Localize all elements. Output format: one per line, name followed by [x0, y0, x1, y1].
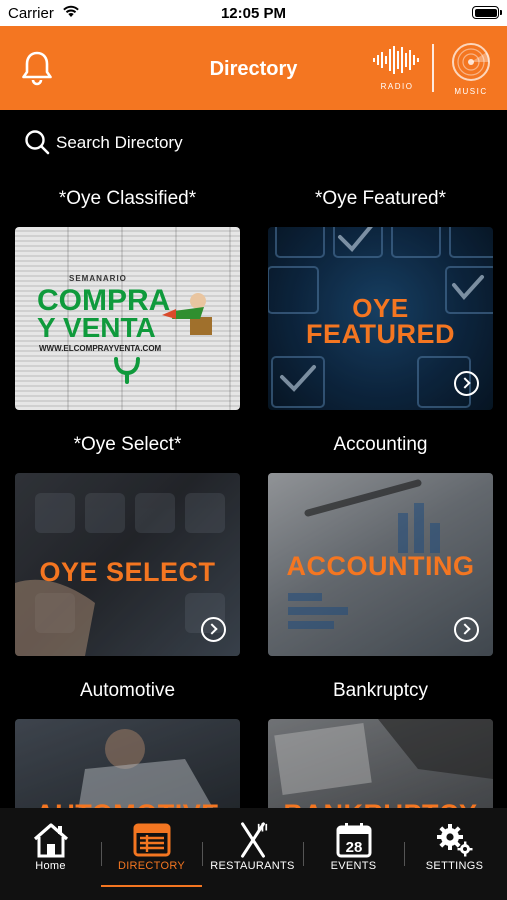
category-oye-classified[interactable]: *Oye Classified* SEMANARIO COMPRA Y VENT… [15, 188, 240, 410]
tab-label: Home [35, 860, 66, 872]
category-bankruptcy[interactable]: Bankruptcy BANKRUPTCY [268, 680, 493, 808]
category-tile[interactable]: SEMANARIO COMPRA Y VENTA WWW.ELCOMPRAYVE… [15, 227, 240, 410]
tile-overlay-text: OYE SELECT [39, 557, 216, 587]
directory-icon [133, 823, 170, 857]
music-label: MUSIC [454, 87, 488, 96]
tab-label: DIRECTORY [117, 860, 186, 872]
tab-label: SETTINGS [425, 860, 484, 872]
category-tile[interactable]: OYE SELECT [15, 473, 240, 656]
app-header: Directory RADIO MUSIC [0, 26, 507, 110]
home-icon [33, 823, 68, 858]
bottom-tab-bar: Home DIRECTORY RESTAURANTS 28 EVENTS SET… [0, 808, 507, 900]
music-button[interactable]: MUSIC [444, 42, 498, 96]
category-title: *Oye Classified* [58, 188, 197, 209]
search-placeholder[interactable]: Search Directory [56, 133, 183, 153]
radio-button[interactable]: RADIO [368, 44, 426, 94]
status-bar: Carrier 12:05 PM [0, 0, 507, 26]
clock: 12:05 PM [220, 5, 287, 22]
category-tile[interactable]: OYE FEATURED [268, 227, 493, 410]
category-title: Automotive [79, 680, 176, 701]
tile-overlay-text: ACCOUNTING [286, 551, 475, 581]
tab-label: RESTAURANTS [210, 860, 295, 872]
oye-logo-icon [114, 357, 140, 384]
chevron-right-circle-icon[interactable] [454, 371, 479, 396]
category-grid: *Oye Classified* SEMANARIO COMPRA Y VENT… [0, 178, 507, 808]
tab-events[interactable]: 28 EVENTS [303, 816, 404, 896]
battery-icon [472, 6, 502, 19]
calendar-day: 28 [345, 839, 362, 856]
tile-overlay-text: AUTOMOTIVE [15, 799, 240, 808]
category-oye-select[interactable]: *Oye Select* OYE SELECT [15, 434, 240, 656]
fork-knife-icon [240, 822, 267, 858]
gears-icon [436, 824, 472, 857]
category-accounting[interactable]: Accounting ACCOUNTING [268, 434, 493, 656]
category-tile[interactable]: AUTOMOTIVE [15, 719, 240, 808]
chevron-right-circle-icon[interactable] [454, 617, 479, 642]
search-bar[interactable]: Search Directory [24, 128, 324, 158]
search-icon [25, 130, 50, 155]
category-title: Accounting [333, 434, 428, 455]
tile-overlay-text: FEATURED [306, 319, 455, 349]
page-title: Directory [209, 58, 298, 80]
chevron-right-circle-icon[interactable] [201, 617, 226, 642]
radio-label: RADIO [380, 82, 414, 91]
tab-label: EVENTS [330, 860, 377, 872]
mascot-icon [162, 293, 212, 335]
category-title: *Oye Select* [73, 434, 182, 455]
tile-overlay-text: BANKRUPTCY [268, 799, 493, 808]
tab-settings[interactable]: SETTINGS [404, 816, 505, 896]
category-tile[interactable]: ACCOUNTING [268, 473, 493, 656]
calendar-icon: 28 [336, 823, 371, 858]
waveform-icon [373, 46, 419, 74]
tab-restaurants[interactable]: RESTAURANTS [202, 816, 303, 896]
category-title: Bankruptcy [332, 680, 429, 701]
category-oye-featured[interactable]: *Oye Featured* OYE FEATURED [268, 188, 493, 410]
vinyl-record-icon [452, 43, 490, 81]
category-automotive[interactable]: Automotive AUTOMOTIVE [15, 680, 240, 808]
category-tile[interactable]: BANKRUPTCY [268, 719, 493, 808]
header-divider [432, 44, 434, 92]
tab-home[interactable]: Home [0, 816, 101, 896]
tab-directory[interactable]: DIRECTORY [101, 816, 202, 896]
category-title: *Oye Featured* [315, 188, 446, 209]
